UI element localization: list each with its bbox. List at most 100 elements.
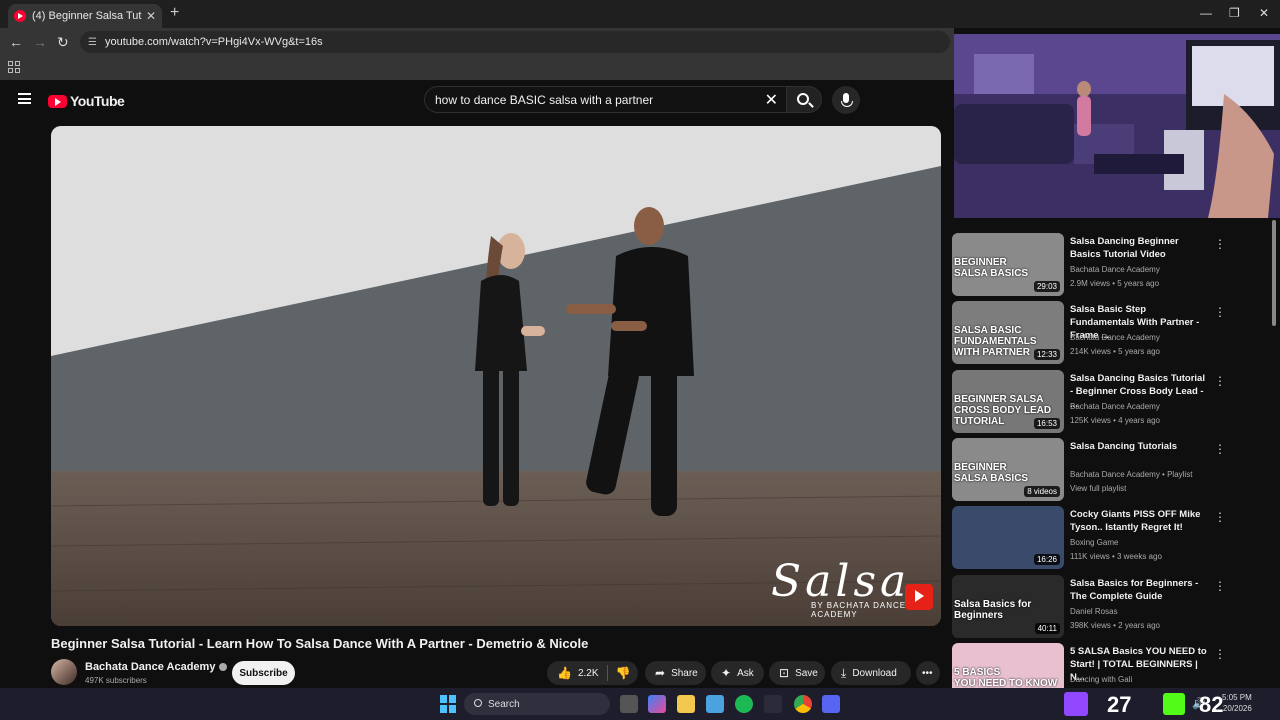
- more-options-icon[interactable]: ⋮: [1214, 305, 1226, 319]
- subscribe-button[interactable]: Subscribe: [232, 661, 295, 685]
- more-options-icon[interactable]: ⋮: [1214, 510, 1226, 524]
- voice-search-button[interactable]: [832, 86, 860, 114]
- sparkle-icon: ✦: [721, 666, 732, 680]
- video-frame: [51, 126, 941, 626]
- recommendation-item[interactable]: BEGINNER SALSA BASICS 8 videos Salsa Danci…: [952, 437, 1262, 504]
- video-thumbnail[interactable]: Salsa Basics for Beginners 40:11: [952, 574, 1064, 638]
- video-title: Beginner Salsa Tutorial - Learn How To S…: [51, 636, 589, 651]
- download-button[interactable]: ⤓ Download: [831, 661, 911, 685]
- apps-grid-icon[interactable]: [8, 61, 20, 73]
- copilot-icon[interactable]: [648, 695, 666, 713]
- sidebar-scrollbar[interactable]: [1272, 220, 1276, 326]
- recommendation-channel: Boxing Game: [1070, 538, 1119, 548]
- tab-title: (4) Beginner Salsa Tutorial - Lea: [32, 10, 142, 22]
- duration-badge: 8 videos: [1024, 485, 1060, 497]
- recommendation-item[interactable]: Salsa Basics for Beginners 40:11 Salsa Bas…: [952, 574, 1262, 641]
- bookmark-icon: ⊡: [779, 666, 790, 680]
- taskbar-search[interactable]: Search: [464, 693, 610, 715]
- address-bar[interactable]: ☰ youtube.com/watch?v=PHgi4Vx-WVg&t=16s: [80, 31, 950, 53]
- thumbnail-caption: 5 BASICS YOU NEED TO KNOW: [954, 666, 1058, 688]
- forward-icon[interactable]: →: [33, 34, 47, 50]
- back-icon[interactable]: ←: [9, 34, 23, 50]
- youtube-logo[interactable]: YouTube: [48, 93, 125, 109]
- browser-tab[interactable]: (4) Beginner Salsa Tutorial - Lea ✕: [8, 4, 162, 28]
- thumbnail-caption: BEGINNER SALSA BASICS: [954, 257, 1029, 279]
- channel-name[interactable]: Bachata Dance Academy: [85, 661, 228, 673]
- clear-search-icon[interactable]: ✕: [765, 90, 778, 110]
- close-tab-icon[interactable]: ✕: [146, 9, 156, 23]
- recommendation-partial[interactable]: 19:24: [952, 218, 1262, 220]
- file-explorer-icon[interactable]: [677, 695, 695, 713]
- more-options-icon[interactable]: ⋮: [1214, 442, 1226, 456]
- recommendation-meta: 2.9M views • 5 years ago: [1070, 279, 1160, 288]
- discord-icon[interactable]: [822, 695, 840, 713]
- video-thumbnail[interactable]: 5 BASICS YOU NEED TO KNOW: [952, 642, 1064, 688]
- duration-badge: 16:53: [1033, 417, 1060, 429]
- start-icon[interactable]: [440, 695, 456, 713]
- menu-icon[interactable]: [18, 93, 31, 104]
- recommendation-item[interactable]: BEGINNER SALSA CROSS BODY LEAD TUTORIAL 1…: [952, 369, 1262, 436]
- kick-icon[interactable]: [1163, 693, 1185, 715]
- twitch-icon[interactable]: [1064, 692, 1088, 716]
- save-button[interactable]: ⊡ Save: [769, 661, 825, 685]
- like-icon[interactable]: 👍: [557, 666, 572, 680]
- more-options-icon[interactable]: ⋮: [1214, 237, 1226, 251]
- minimize-icon[interactable]: —: [1200, 6, 1212, 20]
- recommendation-item[interactable]: 16:26 Cocky Giants PISS OFF Mike Tyson.. …: [952, 506, 1262, 572]
- video-player[interactable]: Salsa BY BACHATA DANCE ACADEMY: [51, 126, 941, 626]
- video-thumbnail[interactable]: 16:26: [952, 506, 1064, 570]
- like-count[interactable]: 2.2K: [578, 668, 599, 679]
- recommendation-item[interactable]: BEGINNER SALSA BASICS 29:03 Salsa Dancing …: [952, 233, 1262, 299]
- recommendation-channel: Bachata Dance Academy: [1070, 333, 1160, 343]
- task-view-icon[interactable]: [620, 695, 638, 713]
- recommendation-item[interactable]: 5 BASICS YOU NEED TO KNOW 5 SALSA Basics …: [952, 642, 1262, 688]
- new-tab-icon[interactable]: +: [170, 4, 179, 22]
- recommendation-channel: Daniel Rosas: [1070, 606, 1118, 616]
- thumbnail-caption: SALSA BASIC FUNDAMENTALS WITH PARTNER: [954, 325, 1037, 359]
- youtube-header: YouTube how to dance BASIC salsa with a …: [0, 80, 954, 120]
- share-button[interactable]: ➦ Share: [645, 661, 706, 685]
- subscriber-count: 497K subscribers: [85, 676, 147, 685]
- video-thumbnail[interactable]: BEGINNER SALSA BASICS 8 videos: [952, 437, 1064, 501]
- more-options-icon[interactable]: ⋮: [1214, 579, 1226, 593]
- more-actions-button[interactable]: •••: [916, 661, 940, 685]
- more-options-icon[interactable]: ⋮: [1214, 647, 1226, 661]
- recommendation-meta: View full playlist: [1070, 483, 1127, 493]
- recommendation-meta: 111K views • 3 weeks ago: [1070, 552, 1162, 562]
- youtube-wordmark: YouTube: [70, 93, 125, 109]
- webcam-overlay: [954, 34, 1280, 218]
- restore-icon[interactable]: ❐: [1229, 6, 1240, 20]
- recommendation-channel: Bachata Dance Academy • Playlist: [1070, 469, 1193, 479]
- recommendation-title: Salsa Dancing Beginner Basics Tutorial V…: [1070, 236, 1179, 260]
- video-thumbnail[interactable]: BEGINNER SALSA BASICS 29:03: [952, 233, 1064, 296]
- more-icon: •••: [922, 667, 933, 679]
- search-query: how to dance BASIC salsa with a partner: [435, 92, 654, 107]
- download-icon: ⤓: [841, 665, 847, 680]
- video-thumbnail[interactable]: SALSA BASIC FUNDAMENTALS WITH PARTNER 12:…: [952, 301, 1064, 365]
- recommendation-item[interactable]: SALSA BASIC FUNDAMENTALS WITH PARTNER 12:…: [952, 301, 1262, 367]
- more-options-icon[interactable]: ⋮: [1214, 374, 1226, 388]
- video-thumbnail[interactable]: BEGINNER SALSA CROSS BODY LEAD TUTORIAL 1…: [952, 369, 1064, 433]
- spotify-icon[interactable]: [735, 695, 753, 713]
- reload-icon[interactable]: ↻: [57, 34, 69, 51]
- duration-badge: 12:33: [1033, 349, 1060, 361]
- search-button[interactable]: [786, 86, 822, 113]
- browser-toolbar: ← → ↻ ☰ youtube.com/watch?v=PHgi4Vx-WVg&…: [0, 28, 954, 56]
- channel-avatar[interactable]: [51, 659, 77, 685]
- tray-clock[interactable]: 5:05 PM 20/2026: [1222, 692, 1252, 714]
- subscribe-badge-icon[interactable]: [905, 584, 933, 610]
- recommendation-title: Salsa Dancing Tutorials: [1070, 440, 1177, 452]
- bookmarks-bar: [0, 56, 954, 80]
- share-icon: ➦: [655, 666, 666, 680]
- site-info-icon[interactable]: ☰: [88, 37, 97, 48]
- notepad-icon[interactable]: [706, 695, 724, 713]
- hud-fx-icon[interactable]: [764, 695, 782, 713]
- search-input[interactable]: how to dance BASIC salsa with a partner …: [424, 86, 786, 113]
- ask-button[interactable]: ✦ Ask: [711, 661, 764, 685]
- recommendation-channel: Bachata Dance Academy: [1070, 401, 1160, 411]
- chrome-icon[interactable]: [794, 695, 812, 713]
- recommendation-title: Cocky Giants PISS OFF Mike Tyson.. Istan…: [1070, 509, 1201, 534]
- close-window-icon[interactable]: ✕: [1259, 6, 1269, 20]
- address-text: youtube.com/watch?v=PHgi4Vx-WVg&t=16s: [104, 36, 323, 48]
- dislike-icon[interactable]: 👎: [616, 666, 631, 680]
